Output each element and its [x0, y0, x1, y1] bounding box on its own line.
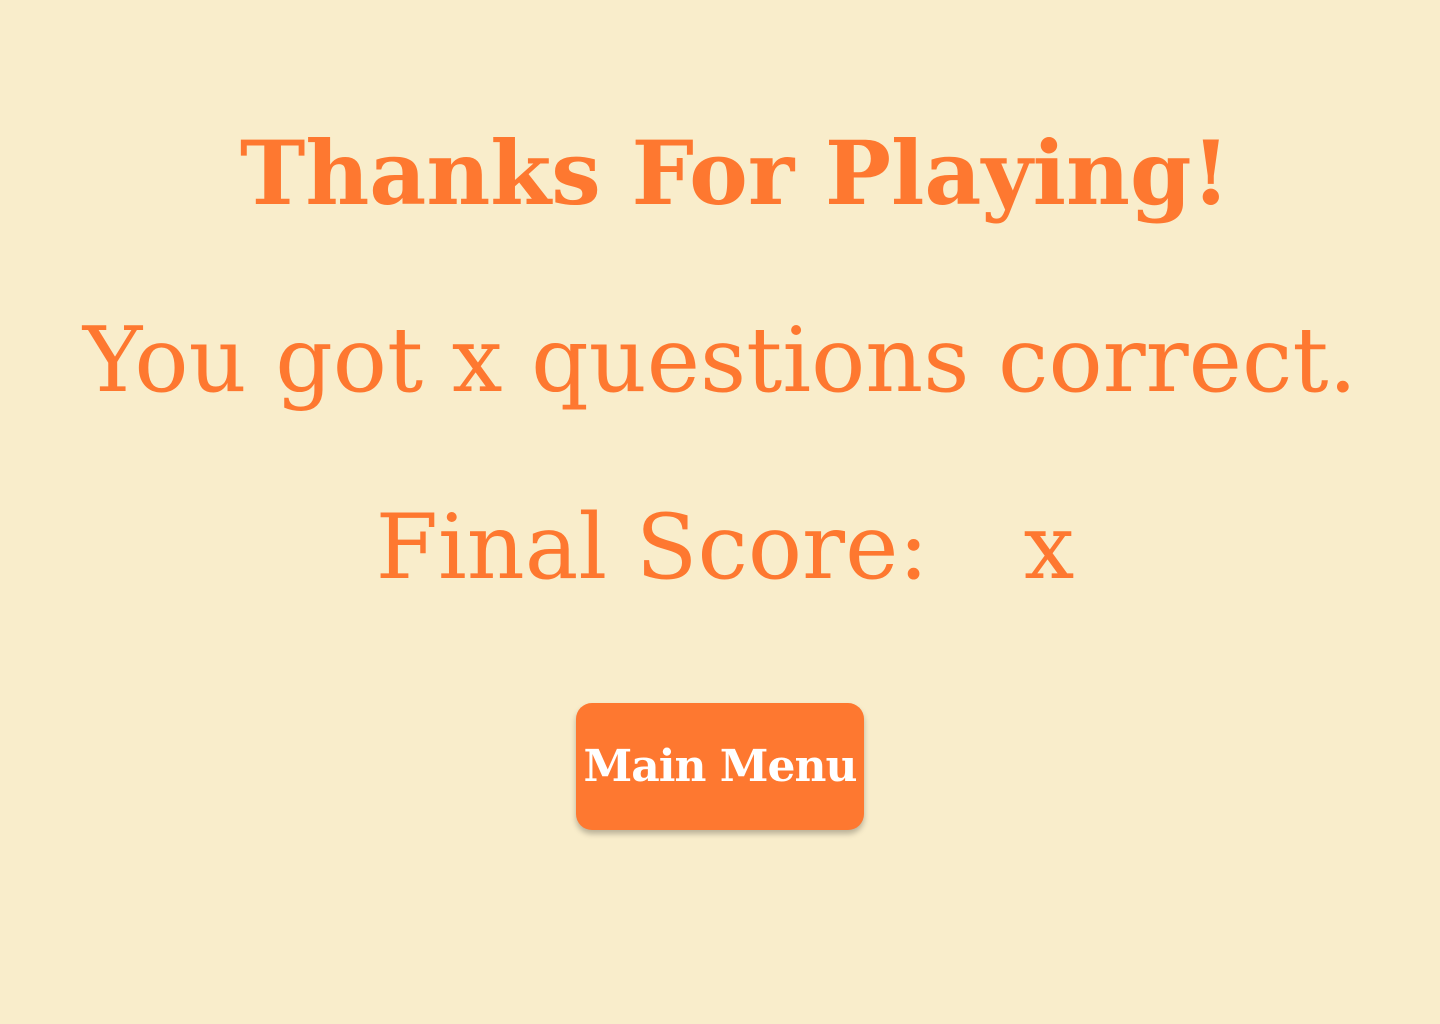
- main-menu-button[interactable]: Main Menu: [576, 703, 864, 830]
- final-score-value: x: [1023, 495, 1075, 600]
- final-score-line: Final Score: x: [0, 493, 1440, 603]
- page-title: Thanks For Playing!: [239, 121, 1231, 225]
- end-screen: Thanks For Playing! You got x questions …: [0, 0, 1440, 1024]
- final-score-label: Final Score:: [375, 495, 929, 600]
- questions-correct-text: You got x questions correct.: [82, 308, 1358, 413]
